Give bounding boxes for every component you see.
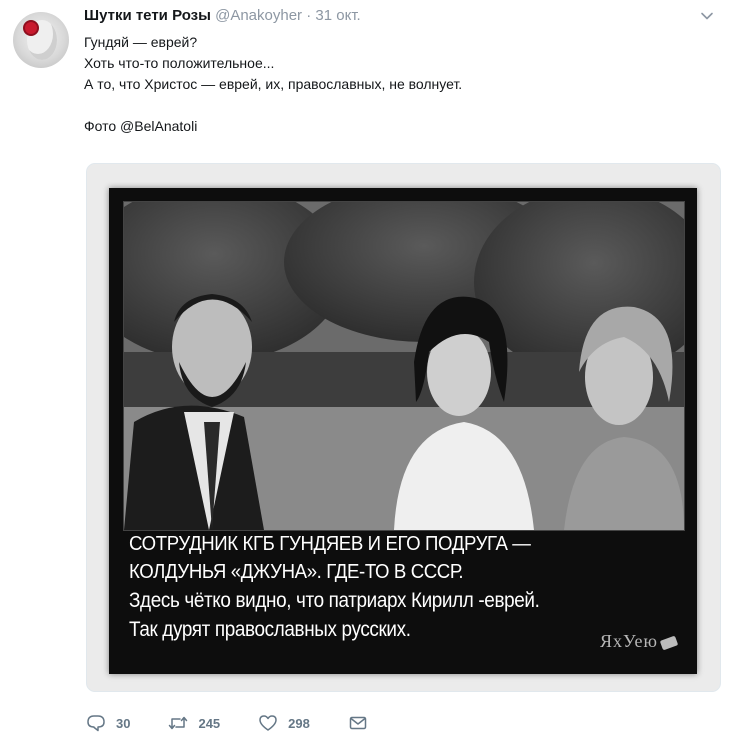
tweet-line-gap (84, 95, 462, 116)
tweet-line: Хоть что-то положительное... (84, 55, 275, 71)
chevron-down-icon[interactable] (699, 8, 715, 24)
like-count: 298 (288, 715, 310, 731)
retweet-count: 245 (198, 715, 221, 731)
tweet: Шутки тети Розы @Anakoyher · 31 окт. Гун… (0, 0, 731, 746)
timestamp[interactable]: 31 окт. (315, 7, 360, 24)
watermark-text: ЯхУею (599, 631, 658, 651)
caption-line: Здесь чётко видно, что патриарх Кирилл -… (129, 589, 540, 612)
retweet-icon (169, 716, 188, 730)
tweet-line: А то, что Христос — еврей, их, православ… (84, 76, 463, 92)
caption-line: КОЛДУНЬЯ «ДЖУНА». ГДЕ-ТО В СССР. (129, 561, 464, 583)
avatar[interactable] (13, 12, 69, 68)
tag-icon (659, 635, 679, 651)
like-icon (259, 715, 277, 731)
tweet-actions: 30 245 298 (86, 708, 378, 738)
tweet-header: Шутки тети Розы @Anakoyher · 31 окт. (84, 6, 361, 26)
tweet-media[interactable]: СОТРУДНИК КГБ ГУНДЯЕВ И ЕГО ПОДРУГА — КО… (86, 163, 721, 692)
photo-scene (124, 202, 684, 530)
avatar-rose (25, 22, 37, 34)
meme-caption: СОТРУДНИК КГБ ГУНДЯЕВ И ЕГО ПОДРУГА — КО… (129, 528, 689, 644)
caption-line: СОТРУДНИК КГБ ГУНДЯЕВ И ЕГО ПОДРУГА — (129, 533, 531, 555)
reply-icon (87, 715, 105, 732)
tweet-line[interactable]: Фото @BelAnatoli (84, 116, 462, 137)
like-button[interactable]: 298 (258, 714, 310, 732)
meme-poster: СОТРУДНИК КГБ ГУНДЯЕВ И ЕГО ПОДРУГА — КО… (109, 188, 697, 674)
meme-photo (123, 201, 685, 531)
message-icon (349, 716, 367, 730)
message-button[interactable] (348, 714, 378, 732)
watermark-logo: ЯхУею (599, 631, 679, 652)
reply-button[interactable]: 30 (86, 714, 130, 732)
reply-count: 30 (116, 715, 131, 731)
caption-line: Так дурят православных русских. (129, 618, 411, 641)
separator: · (306, 7, 312, 24)
tweet-line: Гундяй — еврей? (84, 34, 198, 50)
tweet-text: Гундяй — еврей? Хоть что-то положительно… (84, 32, 462, 137)
author-name[interactable]: Шутки тети Розы (84, 7, 211, 24)
retweet-button[interactable]: 245 (168, 714, 220, 732)
author-handle[interactable]: @Anakoyher (215, 7, 302, 24)
